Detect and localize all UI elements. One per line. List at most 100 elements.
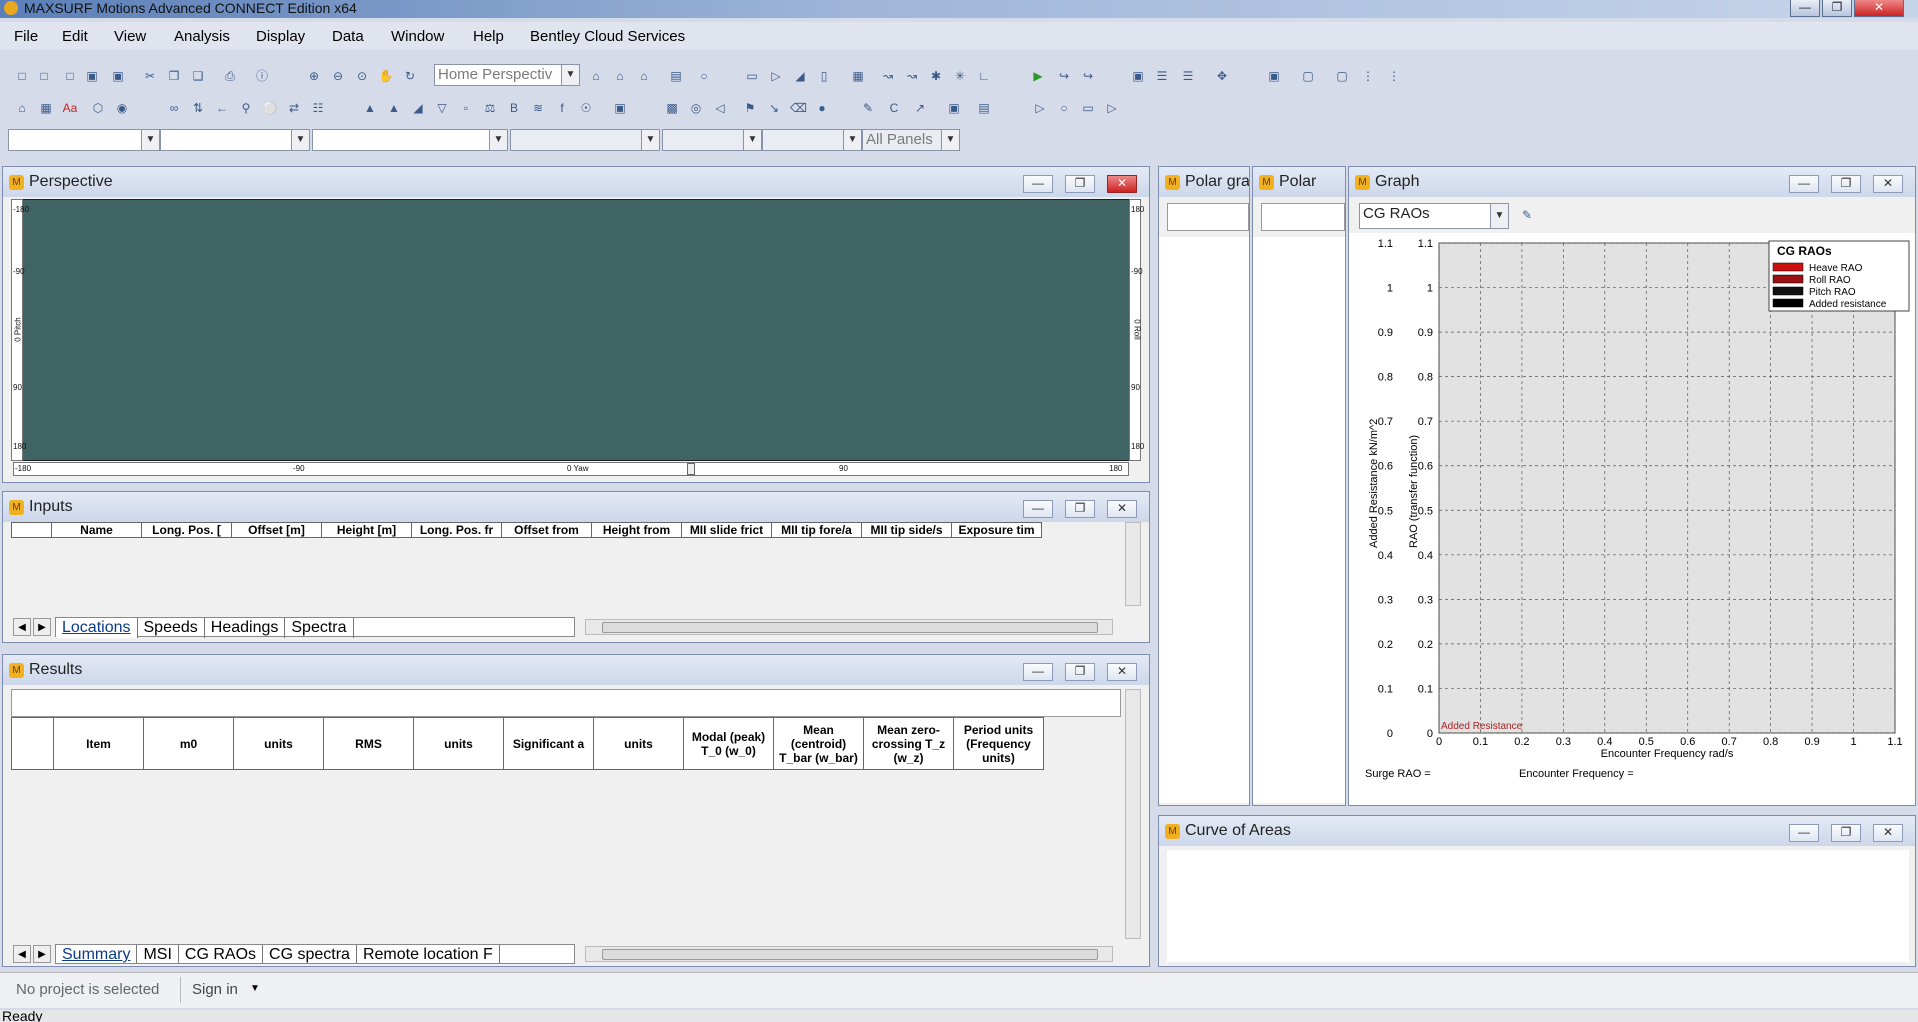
combo-4[interactable]: ▼ [510, 129, 660, 151]
chevron-down-icon[interactable]: ▼ [291, 130, 309, 150]
axes-icon[interactable]: ∟ [976, 68, 992, 84]
save-icon[interactable]: ▣ [84, 68, 100, 84]
minimize-button[interactable]: — [1023, 175, 1053, 193]
cg-icon[interactable]: C [886, 100, 902, 116]
tab-speeds[interactable]: Speeds [138, 618, 205, 638]
chevron-down-icon[interactable]: ▼ [843, 130, 861, 150]
tab-next-icon[interactable]: ▶ [33, 945, 51, 963]
monitor-icon[interactable]: ▩ [664, 100, 680, 116]
inputs-col-height[interactable]: Height [m] [321, 522, 412, 538]
filter-icon[interactable]: ▽ [434, 100, 450, 116]
connect-icon[interactable]: ⇄ [286, 100, 302, 116]
minimize-button[interactable]: — [1790, 0, 1820, 17]
tab-prev-icon[interactable]: ◀ [13, 945, 31, 963]
inputs-col-0[interactable] [11, 522, 52, 538]
restore-button[interactable]: ❐ [1065, 500, 1095, 518]
render-icon[interactable]: ○ [696, 68, 712, 84]
perspective-view-icon[interactable]: ▭ [744, 68, 760, 84]
cut-icon[interactable]: ✂ [142, 68, 158, 84]
chevron-down-icon[interactable]: ▼ [641, 130, 659, 150]
results-col-units[interactable]: units [233, 717, 324, 770]
flag-icon[interactable]: ⚑ [742, 100, 758, 116]
rect-icon[interactable]: ▭ [1080, 100, 1096, 116]
open-icon[interactable]: □ [62, 68, 78, 84]
link-icon[interactable]: ∞ [166, 100, 182, 116]
view-combo[interactable]: Home Perspectiv ▼ [434, 64, 580, 86]
results-vscroll[interactable] [1125, 689, 1141, 939]
graph-combo[interactable]: CG RAOs ▼ [1359, 203, 1509, 229]
results-col-0[interactable] [11, 717, 54, 770]
menu-help[interactable]: Help [473, 28, 504, 45]
zoom-in-icon[interactable]: ⊕ [306, 68, 322, 84]
tree-icon[interactable]: ☷ [310, 100, 326, 116]
copy-icon[interactable]: ❐ [166, 68, 182, 84]
polar-combo[interactable] [1261, 203, 1345, 231]
inputs-col-mii-slide[interactable]: MII slide frict [681, 522, 772, 538]
combo-1[interactable]: ▼ [8, 129, 160, 151]
inputs-col-offset[interactable]: Offset [m] [231, 522, 322, 538]
minimize-button[interactable]: — [1023, 663, 1053, 681]
house-icon[interactable]: ⌂ [14, 100, 30, 116]
view-home-icon[interactable]: ⌂ [636, 68, 652, 84]
menu-edit[interactable]: Edit [62, 28, 88, 45]
layers-icon[interactable]: ▤ [976, 100, 992, 116]
results-hscroll[interactable] [585, 946, 1113, 962]
results-col-units-2[interactable]: units [413, 717, 504, 770]
tab-summary[interactable]: Summary [56, 945, 138, 963]
home-view-icon[interactable]: ⌂ [588, 68, 604, 84]
globe-icon[interactable]: ☉ [578, 100, 594, 116]
grid-icon[interactable]: ▢ [1300, 68, 1316, 84]
chevron-down-icon[interactable]: ▼ [141, 130, 159, 150]
function-icon[interactable]: f [554, 100, 570, 116]
ship-icon[interactable]: ▲ [362, 100, 378, 116]
menu-window[interactable]: Window [391, 28, 444, 45]
text-b-icon[interactable]: B [506, 100, 522, 116]
drop-icon[interactable]: ● [814, 100, 830, 116]
profile-view-icon[interactable]: ◢ [792, 68, 808, 84]
maximize-button[interactable]: ❐ [1822, 0, 1852, 17]
print-icon[interactable]: ⎙ [222, 68, 238, 84]
restore-button[interactable]: ❐ [1831, 824, 1861, 842]
pan-icon[interactable]: ✋ [378, 68, 394, 84]
menu-analysis[interactable]: Analysis [174, 28, 230, 45]
bug-icon[interactable]: ✱ [928, 68, 944, 84]
pencil-icon[interactable]: ✎ [860, 100, 876, 116]
polygon-icon[interactable]: ▷ [1104, 100, 1120, 116]
measure-icon[interactable]: ⇅ [190, 100, 206, 116]
balance-icon[interactable]: ⚖ [482, 100, 498, 116]
shape-icon[interactable]: ⬡ [90, 100, 106, 116]
tab-locations[interactable]: Locations [56, 618, 138, 638]
menu-view[interactable]: View [114, 28, 146, 45]
toggle-panel-icon[interactable]: ▣ [1130, 68, 1146, 84]
chevron-down-icon[interactable]: ▼ [1490, 204, 1508, 228]
run-option-icon[interactable]: ↪ [1056, 68, 1072, 84]
inputs-col-mii-tip-fore[interactable]: MII tip fore/a [771, 522, 862, 538]
tab-prev-icon[interactable]: ◀ [13, 618, 31, 636]
help-icon[interactable]: ⓘ [254, 68, 270, 84]
plan-view-icon[interactable]: ▷ [768, 68, 784, 84]
tab-cg-spectra[interactable]: CG spectra [263, 945, 357, 963]
results-col-significant[interactable]: Significant a [503, 717, 594, 770]
ship-2-icon[interactable]: ▲ [386, 100, 402, 116]
menu-bentley-cloud[interactable]: Bentley Cloud Services [530, 28, 685, 45]
tab-msi[interactable]: MSI [137, 945, 179, 963]
frame-icon[interactable]: ▫ [458, 100, 474, 116]
group-icon[interactable]: ⋮ [1360, 68, 1376, 84]
graph-canvas[interactable]: 0 0.1 0.2 0.3 0.4 0.5 0.6 0.7 0.8 0.9 1 1.1 1.1 1.1 1 1… [1349, 233, 1915, 805]
hull-icon[interactable]: ◢ [410, 100, 426, 116]
results-col-period-units[interactable]: Period units (Frequency units) [953, 717, 1044, 770]
graph-icon[interactable]: ↝ [880, 68, 896, 84]
triangle-icon[interactable]: ▷ [1032, 100, 1048, 116]
results-col-modal[interactable]: Modal (peak) T_0 (w_0) [683, 717, 774, 770]
shell-icon[interactable]: ◎ [688, 100, 704, 116]
restore-button[interactable]: ❐ [1065, 663, 1095, 681]
inputs-vscroll[interactable] [1125, 522, 1141, 606]
snapshot-icon[interactable]: ▣ [1266, 68, 1282, 84]
menu-file[interactable]: File [14, 28, 38, 45]
run-speed-icon[interactable]: ↪ [1080, 68, 1096, 84]
perspective-viewport[interactable] [17, 199, 1131, 461]
new-icon[interactable]: □ [14, 68, 30, 84]
curve-icon[interactable]: ↝ [904, 68, 920, 84]
network-icon[interactable]: ✥ [1214, 68, 1230, 84]
inputs-col-height-from[interactable]: Height from [591, 522, 682, 538]
